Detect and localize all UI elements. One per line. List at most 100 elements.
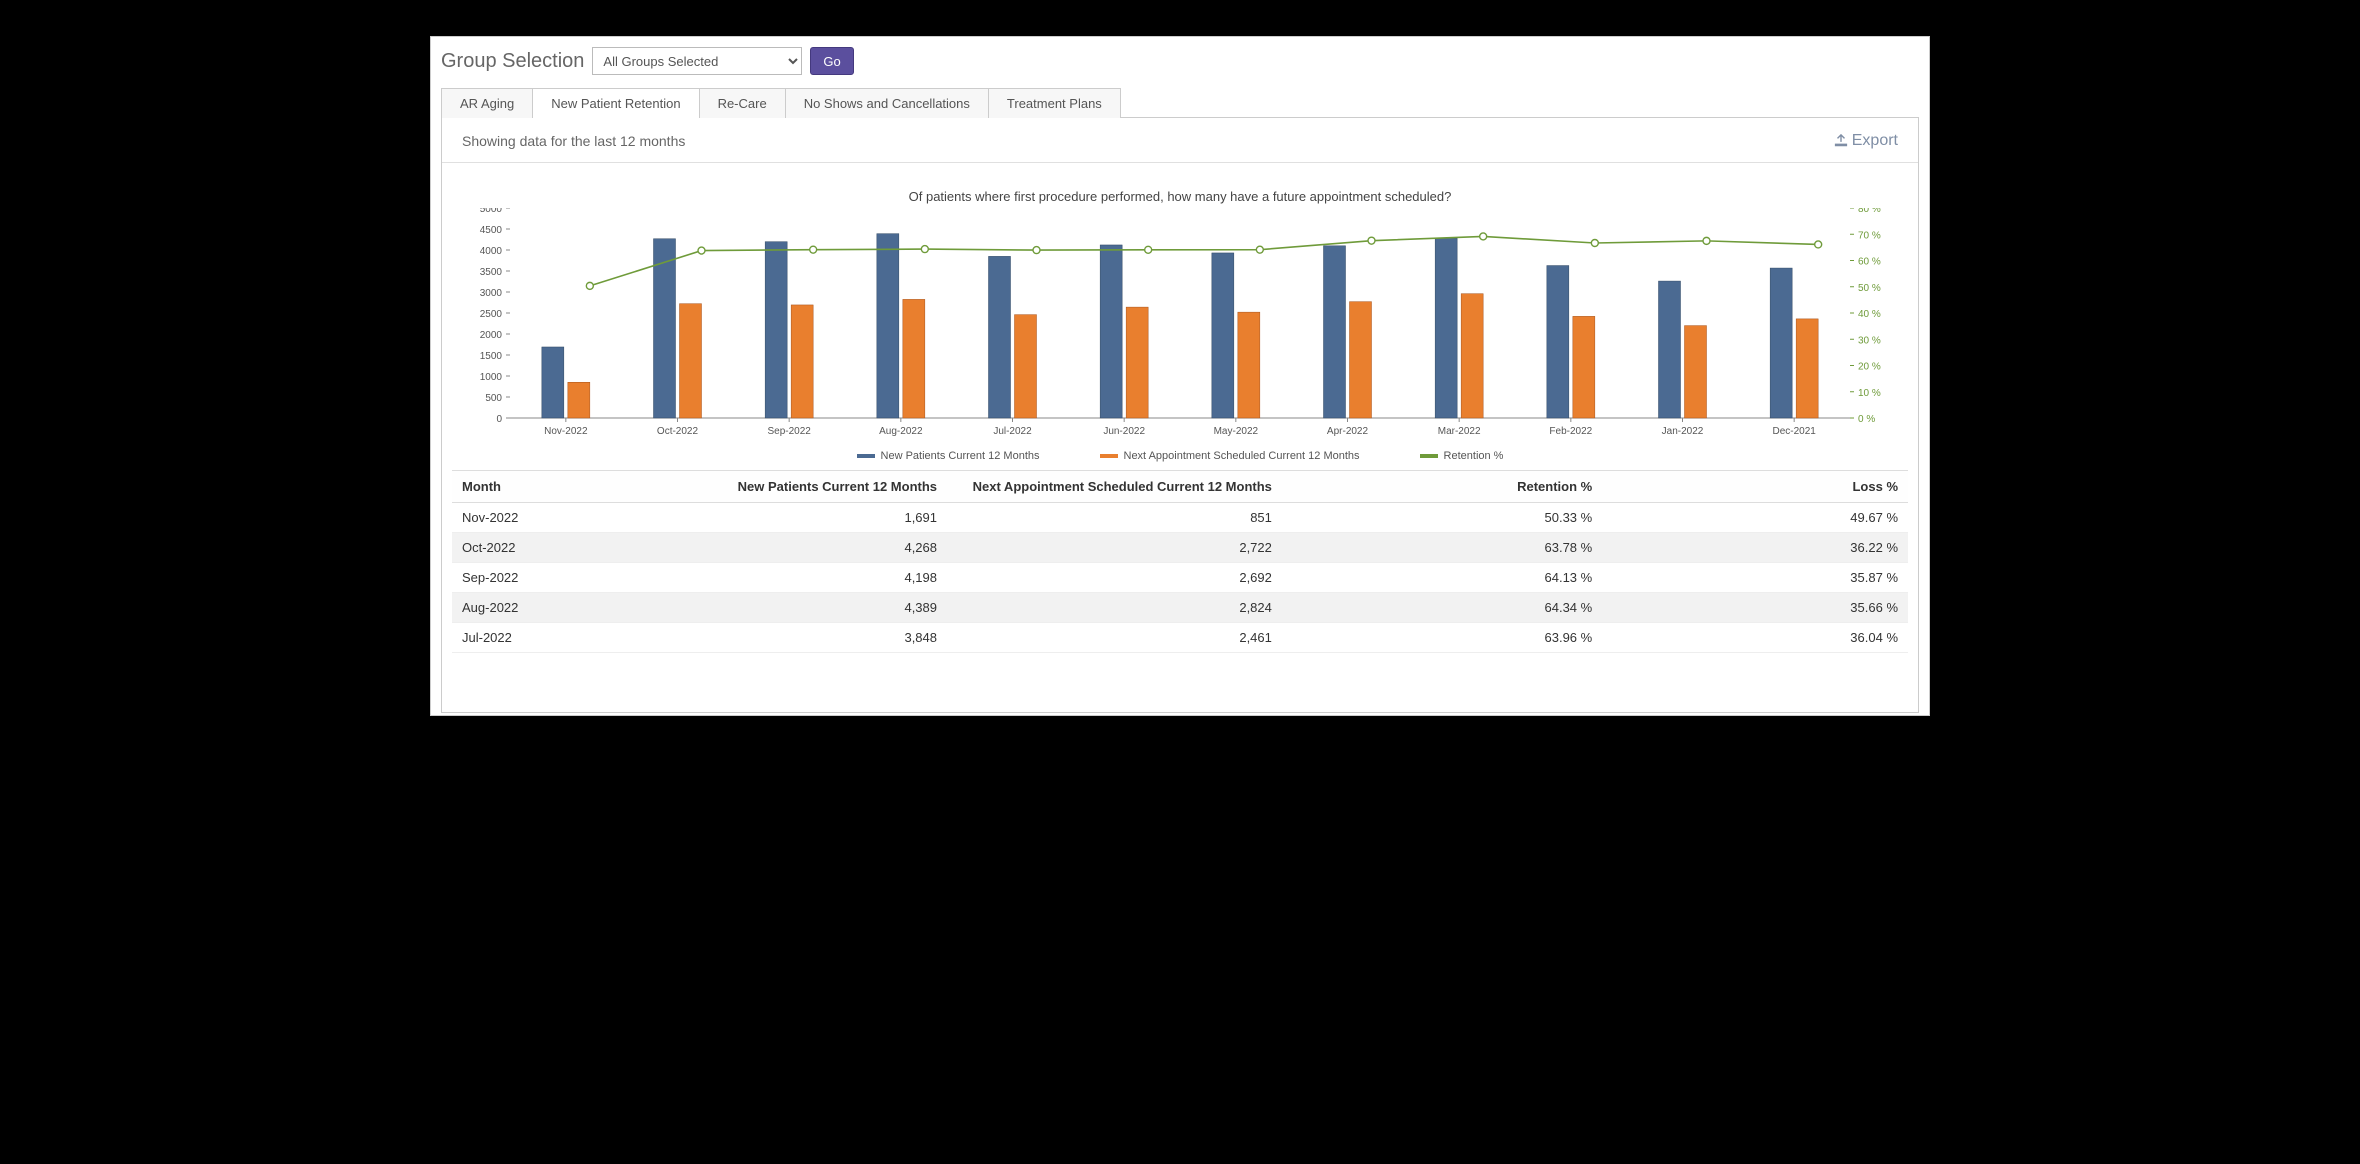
- x-axis-label: Sep-2022: [767, 426, 811, 437]
- cell-next-appt: 2,461: [947, 623, 1282, 653]
- bar-next-appt: [1796, 319, 1818, 418]
- legend-item-retention[interactable]: Retention %: [1420, 450, 1504, 462]
- bar-next-appt: [1126, 307, 1148, 418]
- svg-text:0 %: 0 %: [1858, 414, 1875, 425]
- table-row[interactable]: Nov-20221,69185150.33 %49.67 %: [452, 503, 1908, 533]
- svg-text:80 %: 80 %: [1858, 208, 1881, 215]
- x-axis-label: Dec-2021: [1772, 426, 1816, 437]
- topbar: Group Selection All Groups Selected Go: [431, 43, 1929, 87]
- data-table: Month New Patients Current 12 Months Nex…: [452, 470, 1908, 503]
- retention-point: [1033, 247, 1040, 254]
- bar-new-patients: [1435, 238, 1457, 418]
- table-row[interactable]: Aug-20224,3892,82464.34 %35.66 %: [452, 593, 1908, 623]
- cell-new-patients: 4,268: [656, 533, 947, 563]
- x-axis-label: Jun-2022: [1103, 426, 1145, 437]
- chart-container: 0500100015002000250030003500400045005000…: [442, 208, 1918, 448]
- col-next-appt[interactable]: Next Appointment Scheduled Current 12 Mo…: [947, 471, 1282, 503]
- col-retention[interactable]: Retention %: [1282, 471, 1602, 503]
- cell-month: Nov-2022: [452, 503, 656, 533]
- cell-month: Oct-2022: [452, 533, 656, 563]
- export-icon: [1834, 134, 1848, 148]
- retention-chart: 0500100015002000250030003500400045005000…: [460, 208, 1900, 448]
- bar-new-patients: [989, 256, 1011, 418]
- legend-item-next-appt[interactable]: Next Appointment Scheduled Current 12 Mo…: [1100, 450, 1360, 462]
- tab-ar-aging[interactable]: AR Aging: [441, 88, 533, 118]
- export-button[interactable]: Export: [1834, 132, 1898, 150]
- svg-text:4000: 4000: [480, 246, 503, 257]
- bar-next-appt: [1461, 294, 1483, 418]
- cell-month: Aug-2022: [452, 593, 656, 623]
- go-button[interactable]: Go: [810, 47, 853, 75]
- legend-item-new-patients[interactable]: New Patients Current 12 Months: [857, 450, 1040, 462]
- col-loss[interactable]: Loss %: [1602, 471, 1908, 503]
- x-axis-label: Feb-2022: [1549, 426, 1592, 437]
- svg-text:50 %: 50 %: [1858, 283, 1881, 294]
- bar-next-appt: [568, 382, 590, 418]
- tab-no-shows[interactable]: No Shows and Cancellations: [785, 88, 989, 118]
- tab-new-patient-retention[interactable]: New Patient Retention: [532, 88, 699, 118]
- svg-text:60 %: 60 %: [1858, 257, 1881, 268]
- cell-loss: 35.66 %: [1602, 593, 1908, 623]
- cell-retention: 63.96 %: [1282, 623, 1602, 653]
- svg-text:5000: 5000: [480, 208, 503, 215]
- export-label: Export: [1852, 132, 1898, 150]
- table-body-scroll[interactable]: Nov-20221,69185150.33 %49.67 %Oct-20224,…: [442, 503, 1918, 667]
- group-selection-label: Group Selection: [441, 50, 584, 73]
- col-new-patients[interactable]: New Patients Current 12 Months: [656, 471, 947, 503]
- cell-month: Jul-2022: [452, 623, 656, 653]
- bar-new-patients: [765, 242, 787, 418]
- col-month[interactable]: Month: [452, 471, 656, 503]
- svg-text:1000: 1000: [480, 372, 503, 383]
- group-select[interactable]: All Groups Selected: [592, 47, 802, 75]
- bar-new-patients: [1100, 245, 1122, 418]
- retention-point: [1703, 237, 1710, 244]
- svg-text:4500: 4500: [480, 225, 503, 236]
- cell-retention: 64.34 %: [1282, 593, 1602, 623]
- app-window: Group Selection All Groups Selected Go A…: [430, 36, 1930, 716]
- legend-swatch-icon: [1420, 454, 1438, 458]
- retention-point: [1815, 241, 1822, 248]
- cell-next-appt: 2,722: [947, 533, 1282, 563]
- chart-legend: New Patients Current 12 Months Next Appo…: [442, 450, 1918, 462]
- tab-re-care[interactable]: Re-Care: [699, 88, 786, 118]
- table-row[interactable]: Sep-20224,1982,69264.13 %35.87 %: [452, 563, 1908, 593]
- chart-title: Of patients where first procedure perfor…: [442, 189, 1918, 204]
- svg-text:70 %: 70 %: [1858, 230, 1881, 241]
- x-axis-label: Jan-2022: [1662, 426, 1704, 437]
- cell-next-appt: 2,824: [947, 593, 1282, 623]
- retention-point: [1256, 246, 1263, 253]
- retention-point: [586, 282, 593, 289]
- retention-point: [1591, 239, 1598, 246]
- bar-next-appt: [1015, 315, 1037, 418]
- cell-next-appt: 2,692: [947, 563, 1282, 593]
- bar-new-patients: [1770, 268, 1792, 418]
- x-axis-label: May-2022: [1214, 426, 1259, 437]
- cell-loss: 49.67 %: [1602, 503, 1908, 533]
- cell-retention: 63.78 %: [1282, 533, 1602, 563]
- legend-swatch-icon: [1100, 454, 1118, 458]
- retention-point: [810, 246, 817, 253]
- bar-next-appt: [1573, 316, 1595, 418]
- bar-new-patients: [1324, 246, 1346, 418]
- bar-new-patients: [877, 234, 899, 418]
- table-row[interactable]: Oct-20224,2682,72263.78 %36.22 %: [452, 533, 1908, 563]
- retention-point: [1480, 233, 1487, 240]
- tab-treatment-plans[interactable]: Treatment Plans: [988, 88, 1121, 118]
- x-axis-label: Apr-2022: [1327, 426, 1369, 437]
- panel-header: Showing data for the last 12 months Expo…: [442, 118, 1918, 163]
- bar-next-appt: [1350, 302, 1372, 418]
- bar-next-appt: [903, 299, 925, 418]
- x-axis-label: Mar-2022: [1438, 426, 1481, 437]
- svg-text:30 %: 30 %: [1858, 335, 1881, 346]
- svg-text:500: 500: [485, 393, 502, 404]
- svg-text:0: 0: [496, 414, 502, 425]
- table-row[interactable]: Jul-20223,8482,46163.96 %36.04 %: [452, 623, 1908, 653]
- cell-loss: 36.04 %: [1602, 623, 1908, 653]
- cell-new-patients: 1,691: [656, 503, 947, 533]
- svg-text:2000: 2000: [480, 330, 503, 341]
- x-axis-label: Nov-2022: [544, 426, 588, 437]
- bar-next-appt: [680, 304, 702, 418]
- retention-point: [698, 247, 705, 254]
- bar-new-patients: [542, 347, 564, 418]
- svg-text:3500: 3500: [480, 267, 503, 278]
